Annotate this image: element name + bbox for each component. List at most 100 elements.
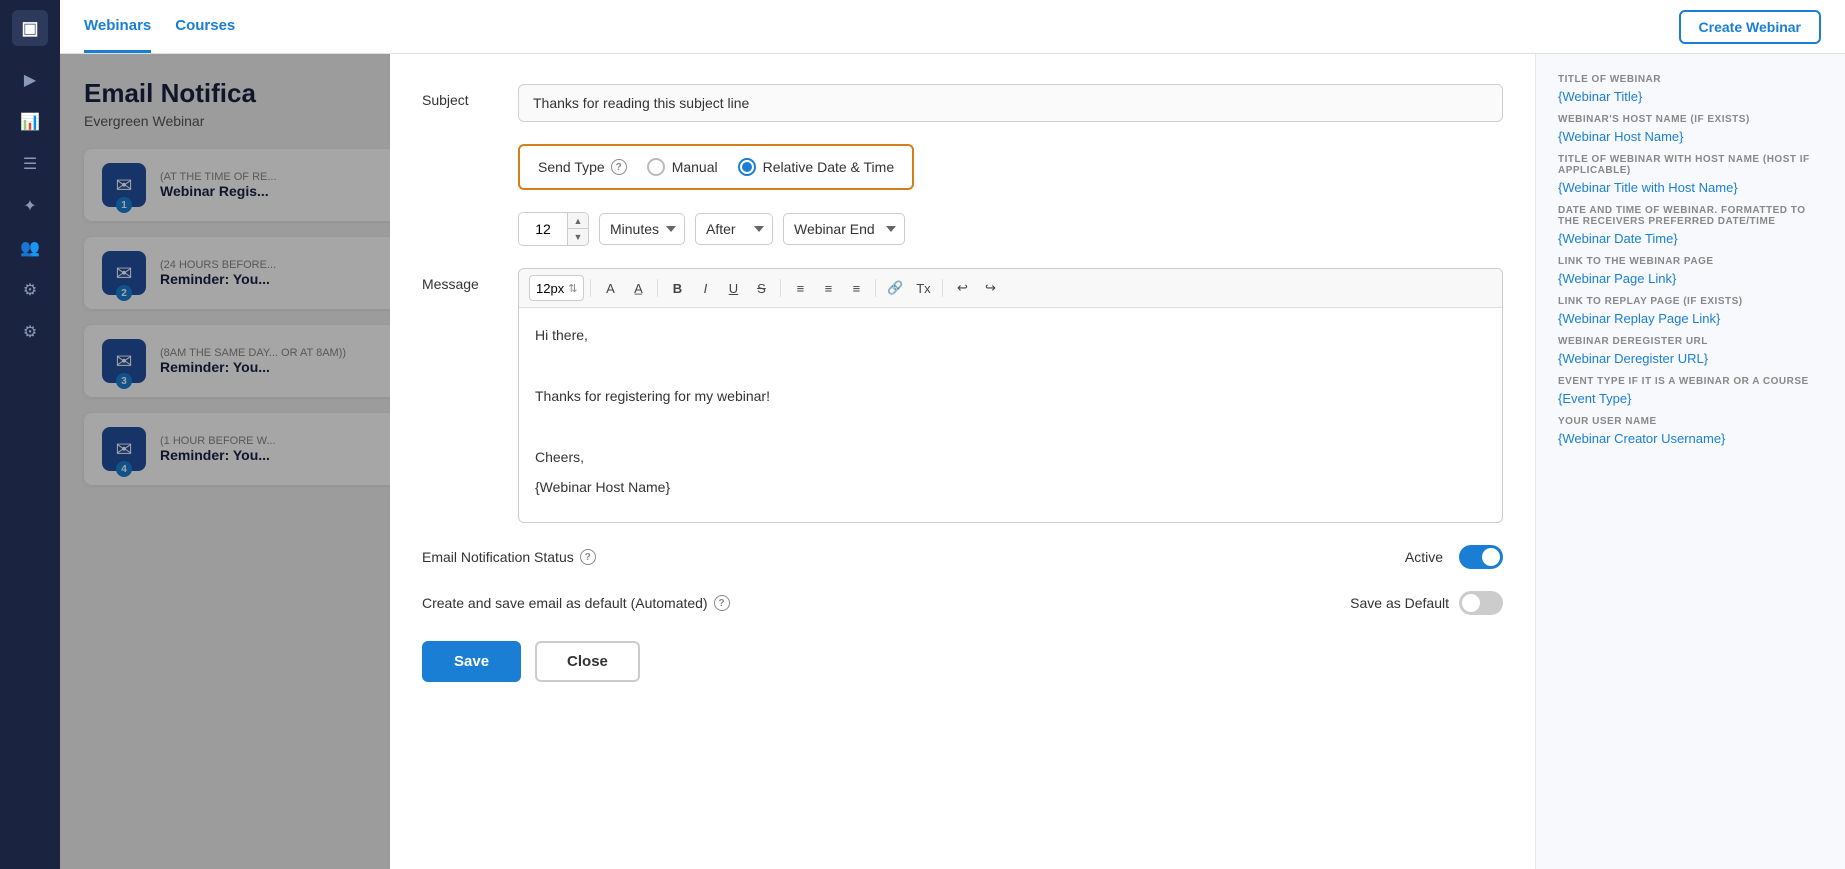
ordered-list-btn[interactable]: ≡ (787, 275, 813, 301)
sidebar-item-list[interactable]: ☰ (12, 146, 48, 182)
sidebar-item-people[interactable]: 👥 (12, 230, 48, 266)
right-title-8: YOUR USER NAME (1558, 416, 1823, 427)
sidebar-item-integrations[interactable]: ✦ (12, 188, 48, 224)
modal-form: Subject Send Type ? (390, 54, 1535, 869)
toolbar-sep-2 (657, 279, 658, 297)
right-section-8: YOUR USER NAME {Webinar Creator Username… (1558, 416, 1823, 446)
subject-row: Subject (422, 84, 1503, 122)
right-link-7[interactable]: {Event Type} (1558, 391, 1823, 406)
format-group: B I U S (664, 275, 774, 301)
sidebar-item-settings[interactable]: ⚙ (12, 272, 48, 308)
save-button[interactable]: Save (422, 641, 521, 682)
time-event-select[interactable]: Webinar End Webinar Start (783, 213, 905, 245)
redo-btn[interactable]: ↪ (977, 275, 1003, 301)
radio-manual-label: Manual (672, 159, 718, 175)
radio-relative[interactable]: Relative Date & Time (738, 158, 895, 176)
right-section-3: DATE AND TIME OF WEBINAR. FORMATTED TO T… (1558, 205, 1823, 246)
default-label: Create and save email as default (Automa… (422, 595, 730, 611)
send-type-box: Send Type ? Manual (518, 144, 914, 190)
right-link-0[interactable]: {Webinar Title} (1558, 89, 1823, 104)
underline-btn[interactable]: U (720, 275, 746, 301)
clear-format-btn[interactable]: Tx (910, 275, 936, 301)
link-group: 🔗 Tx (882, 275, 936, 301)
number-arrows: ▲ ▼ (567, 213, 588, 245)
font-size-arrows: ⇅ (568, 282, 577, 295)
number-up-btn[interactable]: ▲ (568, 213, 588, 229)
message-row: Message 12px ⇅ (422, 268, 1503, 523)
toolbar-sep-4 (875, 279, 876, 297)
time-number-field[interactable] (519, 213, 567, 245)
message-field: 12px ⇅ A A̲ (518, 268, 1503, 523)
radio-relative-circle (738, 158, 756, 176)
top-nav: Webinars Courses Create Webinar (60, 0, 1845, 54)
sidebar-item-settings2[interactable]: ⚙ (12, 314, 48, 350)
right-title-2: TITLE OF WEBINAR WITH HOST NAME (HOST IF… (1558, 154, 1823, 176)
radio-relative-label: Relative Date & Time (763, 159, 895, 175)
right-section-6: WEBINAR DEREGISTER URL {Webinar Deregist… (1558, 336, 1823, 366)
right-section-4: LINK TO THE WEBINAR PAGE {Webinar Page L… (1558, 256, 1823, 286)
tab-webinars[interactable]: Webinars (84, 1, 151, 53)
strikethrough-btn[interactable]: S (748, 275, 774, 301)
italic-btn[interactable]: I (692, 275, 718, 301)
right-link-2[interactable]: {Webinar Title with Host Name} (1558, 180, 1823, 195)
right-section-7: EVENT TYPE IF IT IS A WEBINAR OR A COURS… (1558, 376, 1823, 406)
right-section-5: LINK TO REPLAY PAGE (IF EXISTS) {Webinar… (1558, 296, 1823, 326)
send-type-row: Send Type ? Manual (422, 144, 1503, 190)
number-down-btn[interactable]: ▼ (568, 229, 588, 245)
right-title-1: WEBINAR'S HOST NAME (IF EXISTS) (1558, 114, 1823, 125)
active-label: Active (1405, 549, 1443, 565)
undo-btn[interactable]: ↩ (949, 275, 975, 301)
undo-redo-group: ↩ ↪ (949, 275, 1003, 301)
right-link-1[interactable]: {Webinar Host Name} (1558, 129, 1823, 144)
bold-btn[interactable]: B (664, 275, 690, 301)
close-button[interactable]: Close (535, 641, 640, 682)
editor-body[interactable]: Hi there, Thanks for registering for my … (519, 308, 1502, 522)
toolbar-sep-1 (590, 279, 591, 297)
toolbar-sep-5 (942, 279, 943, 297)
time-unit-select[interactable]: Minutes Hours Days (599, 213, 685, 245)
font-size-control[interactable]: 12px ⇅ (529, 275, 584, 301)
radio-group: Manual Relative Date & Time (647, 158, 894, 176)
sidebar-logo[interactable]: ▣ (12, 10, 48, 46)
subject-input[interactable] (518, 84, 1503, 122)
unordered-list-btn[interactable]: ≡ (815, 275, 841, 301)
status-help-icon[interactable]: ? (580, 549, 596, 565)
save-default-label: Save as Default (1350, 595, 1449, 611)
right-title-0: TITLE OF WEBINAR (1558, 74, 1823, 85)
logo-symbol: ▣ (21, 18, 38, 39)
right-link-6[interactable]: {Webinar Deregister URL} (1558, 351, 1823, 366)
status-toggle[interactable] (1459, 545, 1503, 569)
modal-panel: Subject Send Type ? (390, 54, 1845, 869)
right-link-3[interactable]: {Webinar Date Time} (1558, 231, 1823, 246)
message-label: Message (422, 268, 502, 292)
text-color-btn[interactable]: A (597, 275, 623, 301)
editor-container: 12px ⇅ A A̲ (518, 268, 1503, 523)
default-help-icon[interactable]: ? (714, 595, 730, 611)
toggle-knob-status (1482, 548, 1500, 566)
radio-manual[interactable]: Manual (647, 158, 718, 176)
send-type-label (422, 144, 502, 152)
right-link-8[interactable]: {Webinar Creator Username} (1558, 431, 1823, 446)
sidebar-item-analytics[interactable]: 📊 (12, 104, 48, 140)
time-direction-select[interactable]: After Before (695, 213, 773, 245)
tab-courses[interactable]: Courses (175, 1, 235, 53)
default-toggle[interactable] (1459, 591, 1503, 615)
status-row: Email Notification Status ? Active (422, 545, 1503, 569)
toolbar-sep-3 (780, 279, 781, 297)
text-highlight-btn[interactable]: A̲ (625, 275, 651, 301)
create-webinar-button[interactable]: Create Webinar (1679, 10, 1821, 44)
right-title-4: LINK TO THE WEBINAR PAGE (1558, 256, 1823, 267)
list-group: ≡ ≡ ≡ (787, 275, 869, 301)
sidebar: ▣ ▶ 📊 ☰ ✦ 👥 ⚙ ⚙ (0, 0, 60, 869)
send-type-help-icon[interactable]: ? (611, 159, 627, 175)
page-content: Email Notifica Evergreen Webinar ✉ 1 (AT… (60, 54, 1845, 869)
indent-btn[interactable]: ≡ (843, 275, 869, 301)
right-link-5[interactable]: {Webinar Replay Page Link} (1558, 311, 1823, 326)
right-title-5: LINK TO REPLAY PAGE (IF EXISTS) (1558, 296, 1823, 307)
link-btn[interactable]: 🔗 (882, 275, 908, 301)
right-link-4[interactable]: {Webinar Page Link} (1558, 271, 1823, 286)
toggle-knob-default (1462, 594, 1480, 612)
sidebar-item-play[interactable]: ▶ (12, 62, 48, 98)
right-title-7: EVENT TYPE IF IT IS A WEBINAR OR A COURS… (1558, 376, 1823, 387)
right-section-1: WEBINAR'S HOST NAME (IF EXISTS) {Webinar… (1558, 114, 1823, 144)
